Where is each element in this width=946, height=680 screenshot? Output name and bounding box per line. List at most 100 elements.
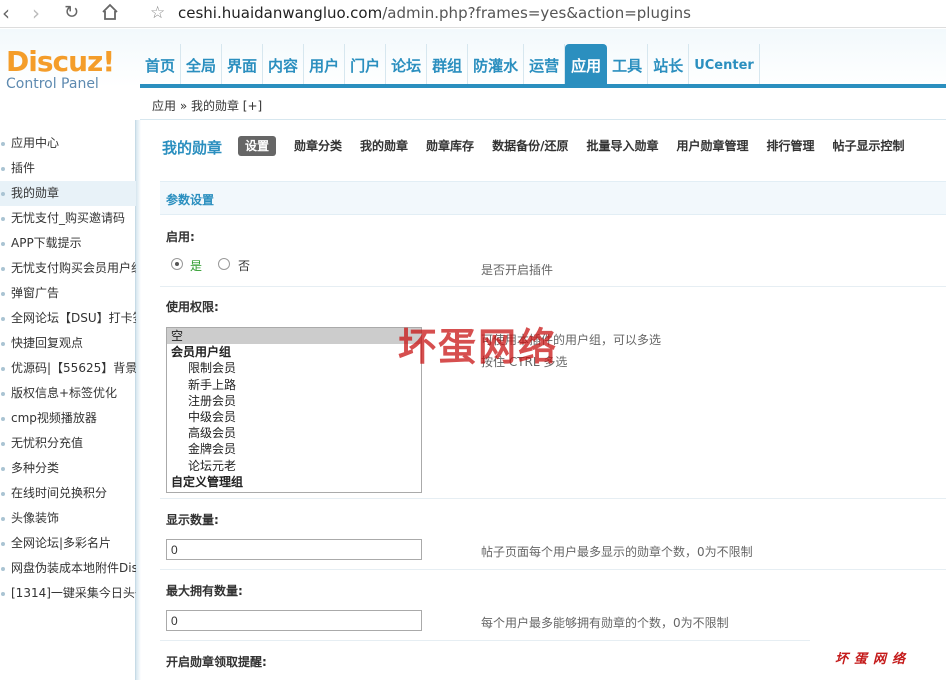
sidebar-item-label: 版权信息+标签优化 [11,386,118,400]
usergroup-option[interactable]: 金牌会员 [167,441,421,457]
nav-item-10[interactable]: 应用 [565,44,608,86]
nav-item-4[interactable]: 用户 [304,44,346,86]
usergroup-option[interactable]: 中级会员 [167,409,421,425]
sidebar-item[interactable]: 快捷回复观点 [0,331,136,356]
browser-toolbar: ‹ › ↻ ☆ ceshi.huaidanwangluo.com/admin.p… [0,0,946,28]
nav-item-11[interactable]: 工具 [607,44,649,86]
display-count-label: 显示数量: [166,513,219,527]
usergroup-option[interactable]: 新手上路 [167,377,421,393]
nav-item-5[interactable]: 门户 [345,44,387,86]
nav-item-9[interactable]: 运营 [524,44,566,86]
sidebar-item[interactable]: 弹窗广告 [0,281,136,306]
page-title: 我的勋章 [162,139,223,157]
nav-item-6[interactable]: 论坛 [386,44,428,86]
bullet-icon [1,542,5,546]
bullet-icon [1,417,5,421]
usergroup-option[interactable]: 会员用户组 [167,344,421,360]
nav-item-1[interactable]: 全局 [181,44,223,86]
bookmark-star-icon[interactable]: ☆ [150,2,165,24]
display-count-desc: 帖子页面每个用户最多显示的勋章个数，0为不限制 [481,545,753,559]
sidebar-item-label: 无忧支付_购买邀请码 [11,211,126,225]
watermark-text: 坏蛋网络 [398,324,559,369]
tab-7[interactable]: 排行管理 [766,136,814,156]
sidebar-item[interactable]: 应用中心 [0,131,136,156]
display-count-input[interactable] [166,539,422,560]
tab-5[interactable]: 批量导入勋章 [586,136,658,156]
usergroup-multiselect[interactable]: 空会员用户组 限制会员 新手上路 注册会员 中级会员 高级会员 金牌会员 论坛元老 自定义管理组 [166,327,422,493]
sidebar-item-label: 我的勋章 [11,186,60,200]
sidebar-item-label: 无忧积分充值 [11,436,84,450]
tab-8[interactable]: 帖子显示控制 [833,136,905,156]
sidebar-item[interactable]: 全网论坛|多彩名片 [0,531,136,556]
logo[interactable]: Discuz! Control Panel [6,48,115,93]
tab-4[interactable]: 数据备份/还原 [492,136,568,156]
sidebar-item[interactable]: cmp视频播放器 [0,406,136,431]
sidebar-item-label: 头像装饰 [11,511,60,525]
tab-6[interactable]: 用户勋章管理 [676,136,748,156]
usergroup-option[interactable]: 自定义管理组 [167,474,421,490]
bullet-icon [1,467,5,471]
usergroup-option[interactable]: 限制会员 [167,360,421,376]
usergroup-option[interactable]: 高级会员 [167,425,421,441]
nav-item-2[interactable]: 界面 [222,44,264,86]
enable-yes-label[interactable]: 是 [190,257,202,274]
enable-yes-radio[interactable] [171,258,183,270]
sidebar-item[interactable]: 在线时间兑换积分 [0,481,136,506]
divider [160,498,946,499]
reload-icon[interactable]: ↻ [64,2,79,24]
enable-no-radio[interactable] [218,258,230,270]
bullet-icon [1,592,5,596]
usergroup-option[interactable]: 注册会员 [167,393,421,409]
sidebar-item[interactable]: 版权信息+标签优化 [0,381,136,406]
sidebar-item-label: [1314]一键采集今日头条 [11,586,136,600]
sidebar-item[interactable]: 头像装饰 [0,506,136,531]
divider [160,640,810,641]
bullet-icon [1,192,5,196]
back-icon[interactable]: ‹ [2,2,10,24]
sidebar-item-label: 优源码|【55625】背景音乐 [11,361,136,375]
tab-1[interactable]: 勋章分类 [294,136,342,156]
address-bar[interactable]: ceshi.huaidanwangluo.com/admin.php?frame… [178,4,691,22]
sidebar-item[interactable]: 全网论坛【DSU】打卡签到 [0,306,136,331]
nav-item-7[interactable]: 群组 [427,44,469,86]
nav-item-8[interactable]: 防灌水 [468,44,525,86]
enable-no-label[interactable]: 否 [238,257,250,274]
tab-2[interactable]: 我的勋章 [360,136,408,156]
bullet-icon [1,142,5,146]
sidebar-item[interactable]: 我的勋章 [0,181,136,206]
sidebar-item[interactable]: [1314]一键采集今日头条 [0,581,136,606]
bullet-icon [1,442,5,446]
sidebar-item[interactable]: 优源码|【55625】背景音乐 [0,356,136,381]
nav-item-3[interactable]: 内容 [263,44,305,86]
forward-icon[interactable]: › [32,2,40,24]
max-own-input[interactable] [166,610,422,631]
main-nav: 首页 全局 界面 内容 用户 门户 论坛 群组 防灌水 运营 应用 工具 站长 UCenter [140,44,760,86]
nav-item-12[interactable]: 站长 [648,44,690,86]
sidebar-item[interactable]: 插件 [0,156,136,181]
tab-0[interactable]: 设置 [238,136,277,156]
bullet-icon [1,217,5,221]
sidebar-item[interactable]: APP下载提示 [0,231,136,256]
sidebar-item-label: 快捷回复观点 [11,336,84,350]
nav-item-13[interactable]: UCenter [689,44,760,86]
breadcrumb-bar: 应用 » 我的勋章 [+] [140,88,946,120]
sidebar-item[interactable]: 网盘伪装成本地附件Discuz [0,556,136,581]
logo-subtitle: Control Panel [6,76,99,92]
usergroup-option[interactable]: 空 [167,328,421,345]
sidebar-item[interactable]: 无忧积分充值 [0,431,136,456]
sidebar-item[interactable]: 无忧支付_购买邀请码 [0,206,136,231]
sidebar-item[interactable]: 无忧支付购买会员用户组 [0,256,136,281]
enable-desc: 是否开启插件 [481,263,554,277]
sidebar-item[interactable]: 多种分类 [0,456,136,481]
breadcrumb[interactable]: 应用 » 我的勋章 [+] [152,97,262,114]
usergroup-option[interactable]: 论坛元老 [167,458,421,474]
url-path: /admin.php?frames=yes&action=plugins [382,4,691,22]
bullet-icon [1,367,5,371]
tab-3[interactable]: 勋章库存 [426,136,474,156]
sidebar: 应用中心 插件我的勋章无忧支付_购买邀请码 APP下载提示 无忧支付购买会员用户组 弹窗… [0,120,136,680]
home-icon[interactable] [100,2,120,26]
nav-item-0[interactable]: 首页 [140,44,182,86]
sidebar-item-label: 全网论坛|多彩名片 [11,536,112,550]
sidebar-item-label: 多种分类 [11,461,60,475]
bullet-icon [1,267,5,271]
